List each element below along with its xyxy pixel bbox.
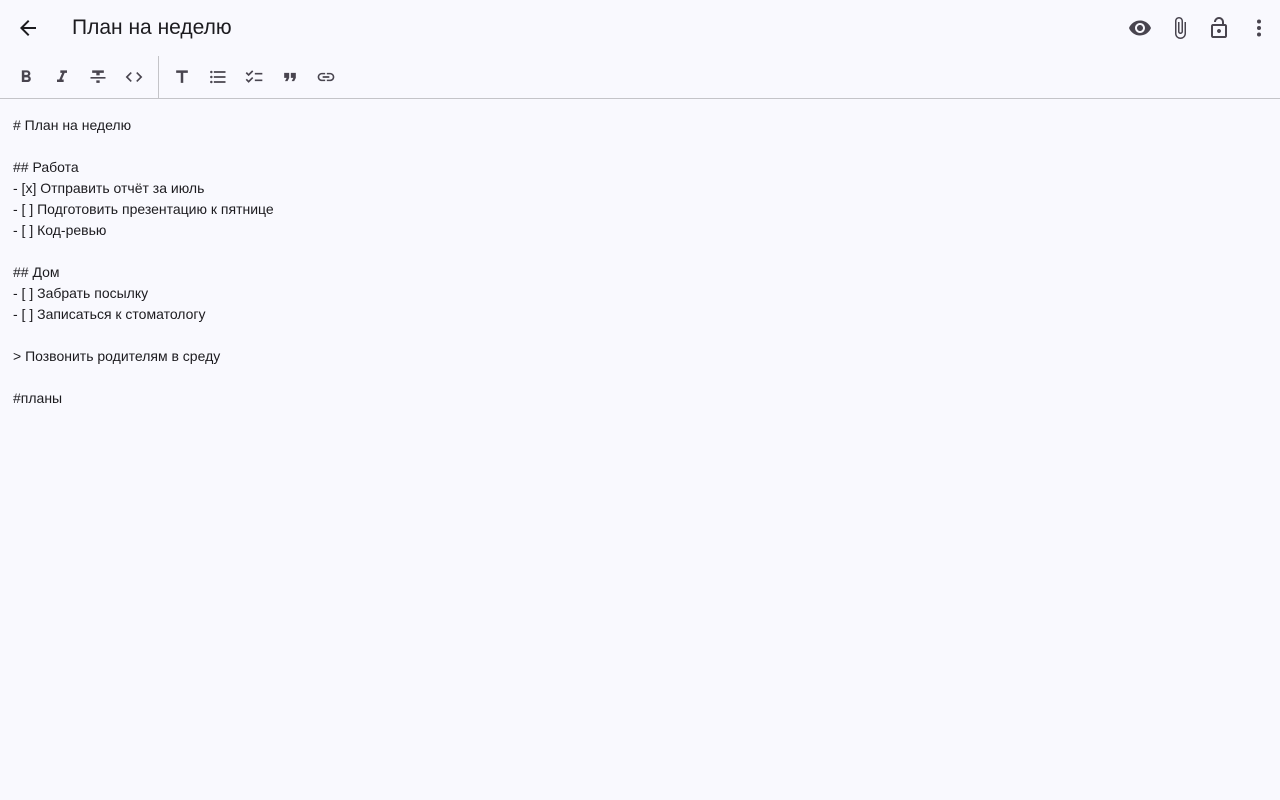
bullet-list-icon bbox=[208, 67, 228, 87]
quote-icon bbox=[280, 67, 300, 87]
italic-button[interactable] bbox=[44, 59, 80, 95]
editor-line: ## Работа bbox=[13, 159, 79, 175]
format-toolbar bbox=[0, 56, 1280, 99]
heading-button[interactable] bbox=[164, 59, 200, 95]
editor-line: - [x] Отправить отчёт за июль bbox=[13, 180, 205, 196]
attach-button[interactable] bbox=[1160, 8, 1200, 48]
app-bar: План на неделю bbox=[0, 0, 1280, 56]
link-button[interactable] bbox=[308, 59, 344, 95]
code-icon bbox=[124, 67, 144, 87]
editor-line: - [ ] Забрать посылку bbox=[13, 285, 149, 301]
toolbar-divider bbox=[158, 56, 159, 98]
preview-button[interactable] bbox=[1120, 8, 1160, 48]
checklist-icon bbox=[244, 67, 264, 87]
back-button[interactable] bbox=[8, 8, 48, 48]
lock-open-icon bbox=[1207, 16, 1231, 40]
paperclip-icon bbox=[1168, 16, 1192, 40]
editor-line: # План на неделю bbox=[13, 117, 132, 133]
more-vert-icon bbox=[1247, 16, 1271, 40]
link-icon bbox=[316, 67, 336, 87]
editor-line: #планы bbox=[13, 390, 63, 406]
lock-button[interactable] bbox=[1199, 8, 1239, 48]
editor-line: ## Дом bbox=[13, 264, 60, 280]
more-options-button[interactable] bbox=[1239, 8, 1279, 48]
note-title: План на неделю bbox=[72, 16, 232, 39]
editor-line: - [ ] Код-ревью bbox=[13, 222, 107, 238]
eye-icon bbox=[1128, 16, 1152, 40]
editor-line: > Позвонить родителям в среду bbox=[13, 348, 221, 364]
bullet-list-button[interactable] bbox=[200, 59, 236, 95]
editor-line: - [ ] Записаться к стоматологу bbox=[13, 306, 206, 322]
note-editor-screen: План на неделю # План на неделю ## Работ… bbox=[0, 0, 1280, 800]
quote-button[interactable] bbox=[272, 59, 308, 95]
checklist-button[interactable] bbox=[236, 59, 272, 95]
bold-icon bbox=[16, 67, 36, 87]
bold-button[interactable] bbox=[8, 59, 44, 95]
strikethrough-button[interactable] bbox=[80, 59, 116, 95]
note-text-editor[interactable]: # План на неделю ## Работа - [x] Отправи… bbox=[13, 115, 1263, 785]
heading-icon bbox=[172, 67, 192, 87]
italic-icon bbox=[52, 67, 72, 87]
strikethrough-icon bbox=[88, 67, 108, 87]
editor-line: - [ ] Подготовить презентацию к пятнице bbox=[13, 201, 274, 217]
arrow-back-icon bbox=[16, 16, 40, 40]
code-button[interactable] bbox=[116, 59, 152, 95]
